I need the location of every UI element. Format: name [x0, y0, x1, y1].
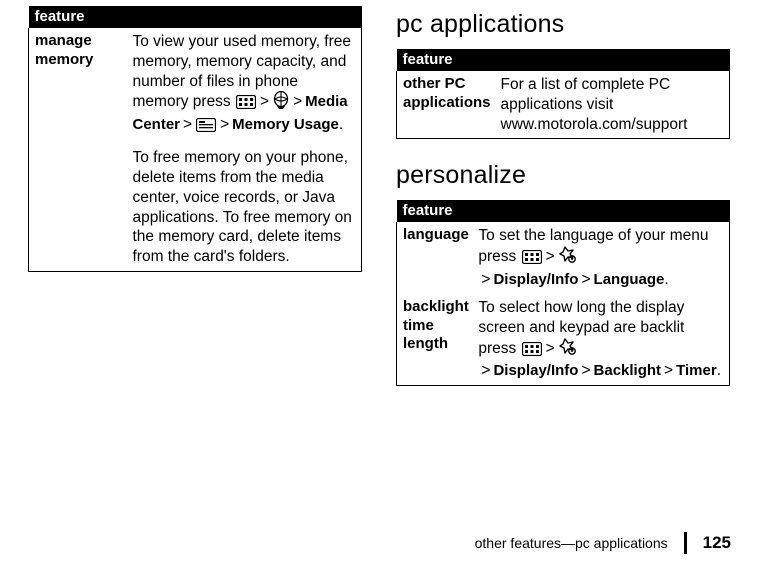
left-column: feature manage memory To view your used …: [28, 6, 362, 386]
feature-description: To select how long the display screen an…: [474, 294, 729, 386]
feature-name: language: [403, 226, 469, 243]
feature-table-left: feature manage memory To view your used …: [28, 6, 362, 272]
tools-icon: [559, 246, 577, 270]
page-number: 125: [703, 533, 731, 553]
feature-table-pc-apps: feature other PC applications For a list…: [396, 49, 730, 139]
table-header: feature: [397, 200, 730, 222]
menu-key-icon: [522, 250, 542, 270]
footer-text: other features—pc applications: [475, 535, 668, 551]
tools-icon: [559, 338, 577, 362]
table-header: feature: [29, 6, 362, 28]
feature-description: To view your used memory, free memory, m…: [129, 28, 362, 272]
footer-divider: [684, 532, 687, 554]
feature-description: For a list of complete PC applications v…: [497, 71, 730, 139]
section-heading-personalize: personalize: [396, 161, 730, 190]
menu-key-icon: [522, 342, 542, 362]
feature-description: To set the language of your menu press >…: [474, 222, 729, 293]
right-column: pc applications feature other PC applica…: [396, 6, 730, 386]
menu-key-icon: [236, 95, 256, 115]
media-icon: [273, 91, 289, 115]
table-header: feature: [397, 49, 730, 71]
section-heading-pc-apps: pc applications: [396, 10, 730, 39]
feature-name: backlight time length: [403, 298, 469, 353]
feature-table-personalize: feature language To set the language of …: [396, 200, 730, 386]
page-footer: other features—pc applications 125: [475, 532, 731, 554]
options-key-icon: [196, 118, 216, 138]
feature-name: other PC applications: [403, 75, 491, 111]
feature-name: manage memory: [35, 32, 93, 68]
